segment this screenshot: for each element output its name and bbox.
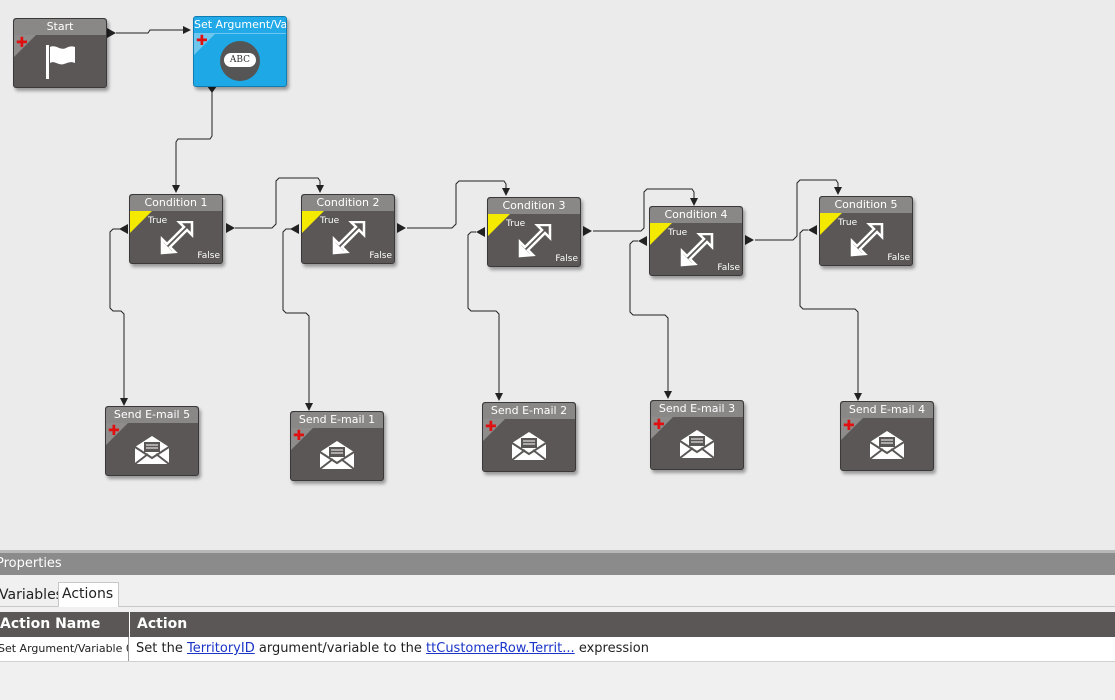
abc-variable-icon: ABC: [220, 41, 260, 81]
email-node-label: Send E-mail 2: [483, 403, 575, 419]
envelope-icon: [134, 435, 170, 469]
actions-grid: Action Name Action Set Argument/Variable…: [0, 612, 1115, 662]
action-cell: Set the TerritoryID argument/variable to…: [136, 637, 649, 661]
false-label: False: [369, 251, 392, 261]
add-icon[interactable]: ✚: [843, 419, 855, 433]
properties-panel: Properties Variables Actions Action Name…: [0, 550, 1115, 700]
envelope-icon: [679, 429, 715, 463]
branch-arrows-icon: [158, 220, 194, 259]
email-node-label: Send E-mail 3: [651, 401, 743, 417]
email-node-label: Send E-mail 1: [291, 412, 383, 428]
expression-link[interactable]: ttCustomerRow.Territ...: [426, 641, 575, 656]
add-icon[interactable]: ✚: [16, 36, 28, 50]
add-icon[interactable]: ✚: [293, 429, 305, 443]
action-text-prefix: Set the: [136, 641, 183, 656]
wire-cond1-email5: [109, 228, 128, 406]
start-node[interactable]: Start ✚: [13, 18, 107, 88]
condition-label: Condition 1: [130, 195, 222, 211]
send-email-node-3[interactable]: Send E-mail 3 ✚: [650, 400, 744, 470]
abc-label: ABC: [224, 53, 256, 67]
false-label: False: [887, 253, 910, 263]
envelope-icon: [319, 440, 355, 474]
condition-label: Condition 3: [488, 198, 580, 214]
false-label: False: [555, 254, 578, 264]
send-email-node-4[interactable]: Send E-mail 4 ✚: [840, 401, 934, 471]
column-header-action[interactable]: Action: [137, 612, 187, 637]
email-node-label: Send E-mail 4: [841, 402, 933, 418]
add-icon[interactable]: ✚: [653, 418, 665, 432]
action-name-cell: Set Argument/Variable 0: [0, 637, 129, 661]
properties-title: Properties: [0, 553, 1115, 575]
set-argument-node-label: Set Argument/Vari: [194, 17, 286, 34]
workflow-canvas[interactable]: Start ✚ Set Argument/Vari ✚ ABC Conditio…: [0, 0, 1115, 550]
false-label: False: [197, 251, 220, 261]
add-icon[interactable]: ✚: [196, 34, 208, 48]
action-text-middle: argument/variable to the: [258, 641, 422, 656]
territoryid-link[interactable]: TerritoryID: [187, 641, 255, 656]
branch-arrows-icon: [516, 223, 552, 262]
send-email-node-5[interactable]: Send E-mail 5 ✚: [105, 406, 199, 476]
condition-node-3[interactable]: Condition 3 True False: [487, 197, 581, 267]
set-argument-node[interactable]: Set Argument/Vari ✚ ABC: [193, 16, 287, 87]
send-email-node-2[interactable]: Send E-mail 2 ✚: [482, 402, 576, 472]
branch-arrows-icon: [330, 220, 366, 259]
condition-label: Condition 2: [302, 195, 394, 211]
condition-node-1[interactable]: Condition 1 True False: [129, 194, 223, 264]
email-node-label: Send E-mail 5: [106, 407, 198, 423]
add-icon[interactable]: ✚: [485, 420, 497, 434]
branch-arrows-icon: [678, 232, 714, 271]
send-email-node-1[interactable]: Send E-mail 1 ✚: [290, 411, 384, 481]
condition-label: Condition 4: [650, 207, 742, 223]
tab-variables[interactable]: Variables: [0, 584, 63, 606]
grid-header: Action Name Action: [0, 612, 1115, 637]
start-node-label: Start: [14, 19, 106, 35]
condition-label: Condition 5: [820, 197, 912, 213]
table-row[interactable]: Set Argument/Variable 0 Set the Territor…: [0, 637, 1115, 662]
column-header-action-name[interactable]: Action Name: [0, 612, 130, 637]
condition-node-4[interactable]: Condition 4 True False: [649, 206, 743, 276]
condition-node-2[interactable]: Condition 2 True False: [301, 194, 395, 264]
properties-tabs: Variables Actions: [0, 580, 1115, 607]
wire-setarg-cond1: [172, 92, 213, 193]
wire-start-setarg: [116, 26, 191, 34]
condition-node-5[interactable]: Condition 5 True False: [819, 196, 913, 266]
add-icon[interactable]: ✚: [108, 424, 120, 438]
branch-arrows-icon: [848, 222, 884, 261]
action-text-suffix: expression: [578, 641, 649, 656]
false-label: False: [717, 263, 740, 273]
tab-actions[interactable]: Actions: [58, 582, 119, 607]
envelope-icon: [869, 430, 905, 464]
flag-icon: [42, 43, 78, 85]
envelope-icon: [511, 431, 547, 465]
